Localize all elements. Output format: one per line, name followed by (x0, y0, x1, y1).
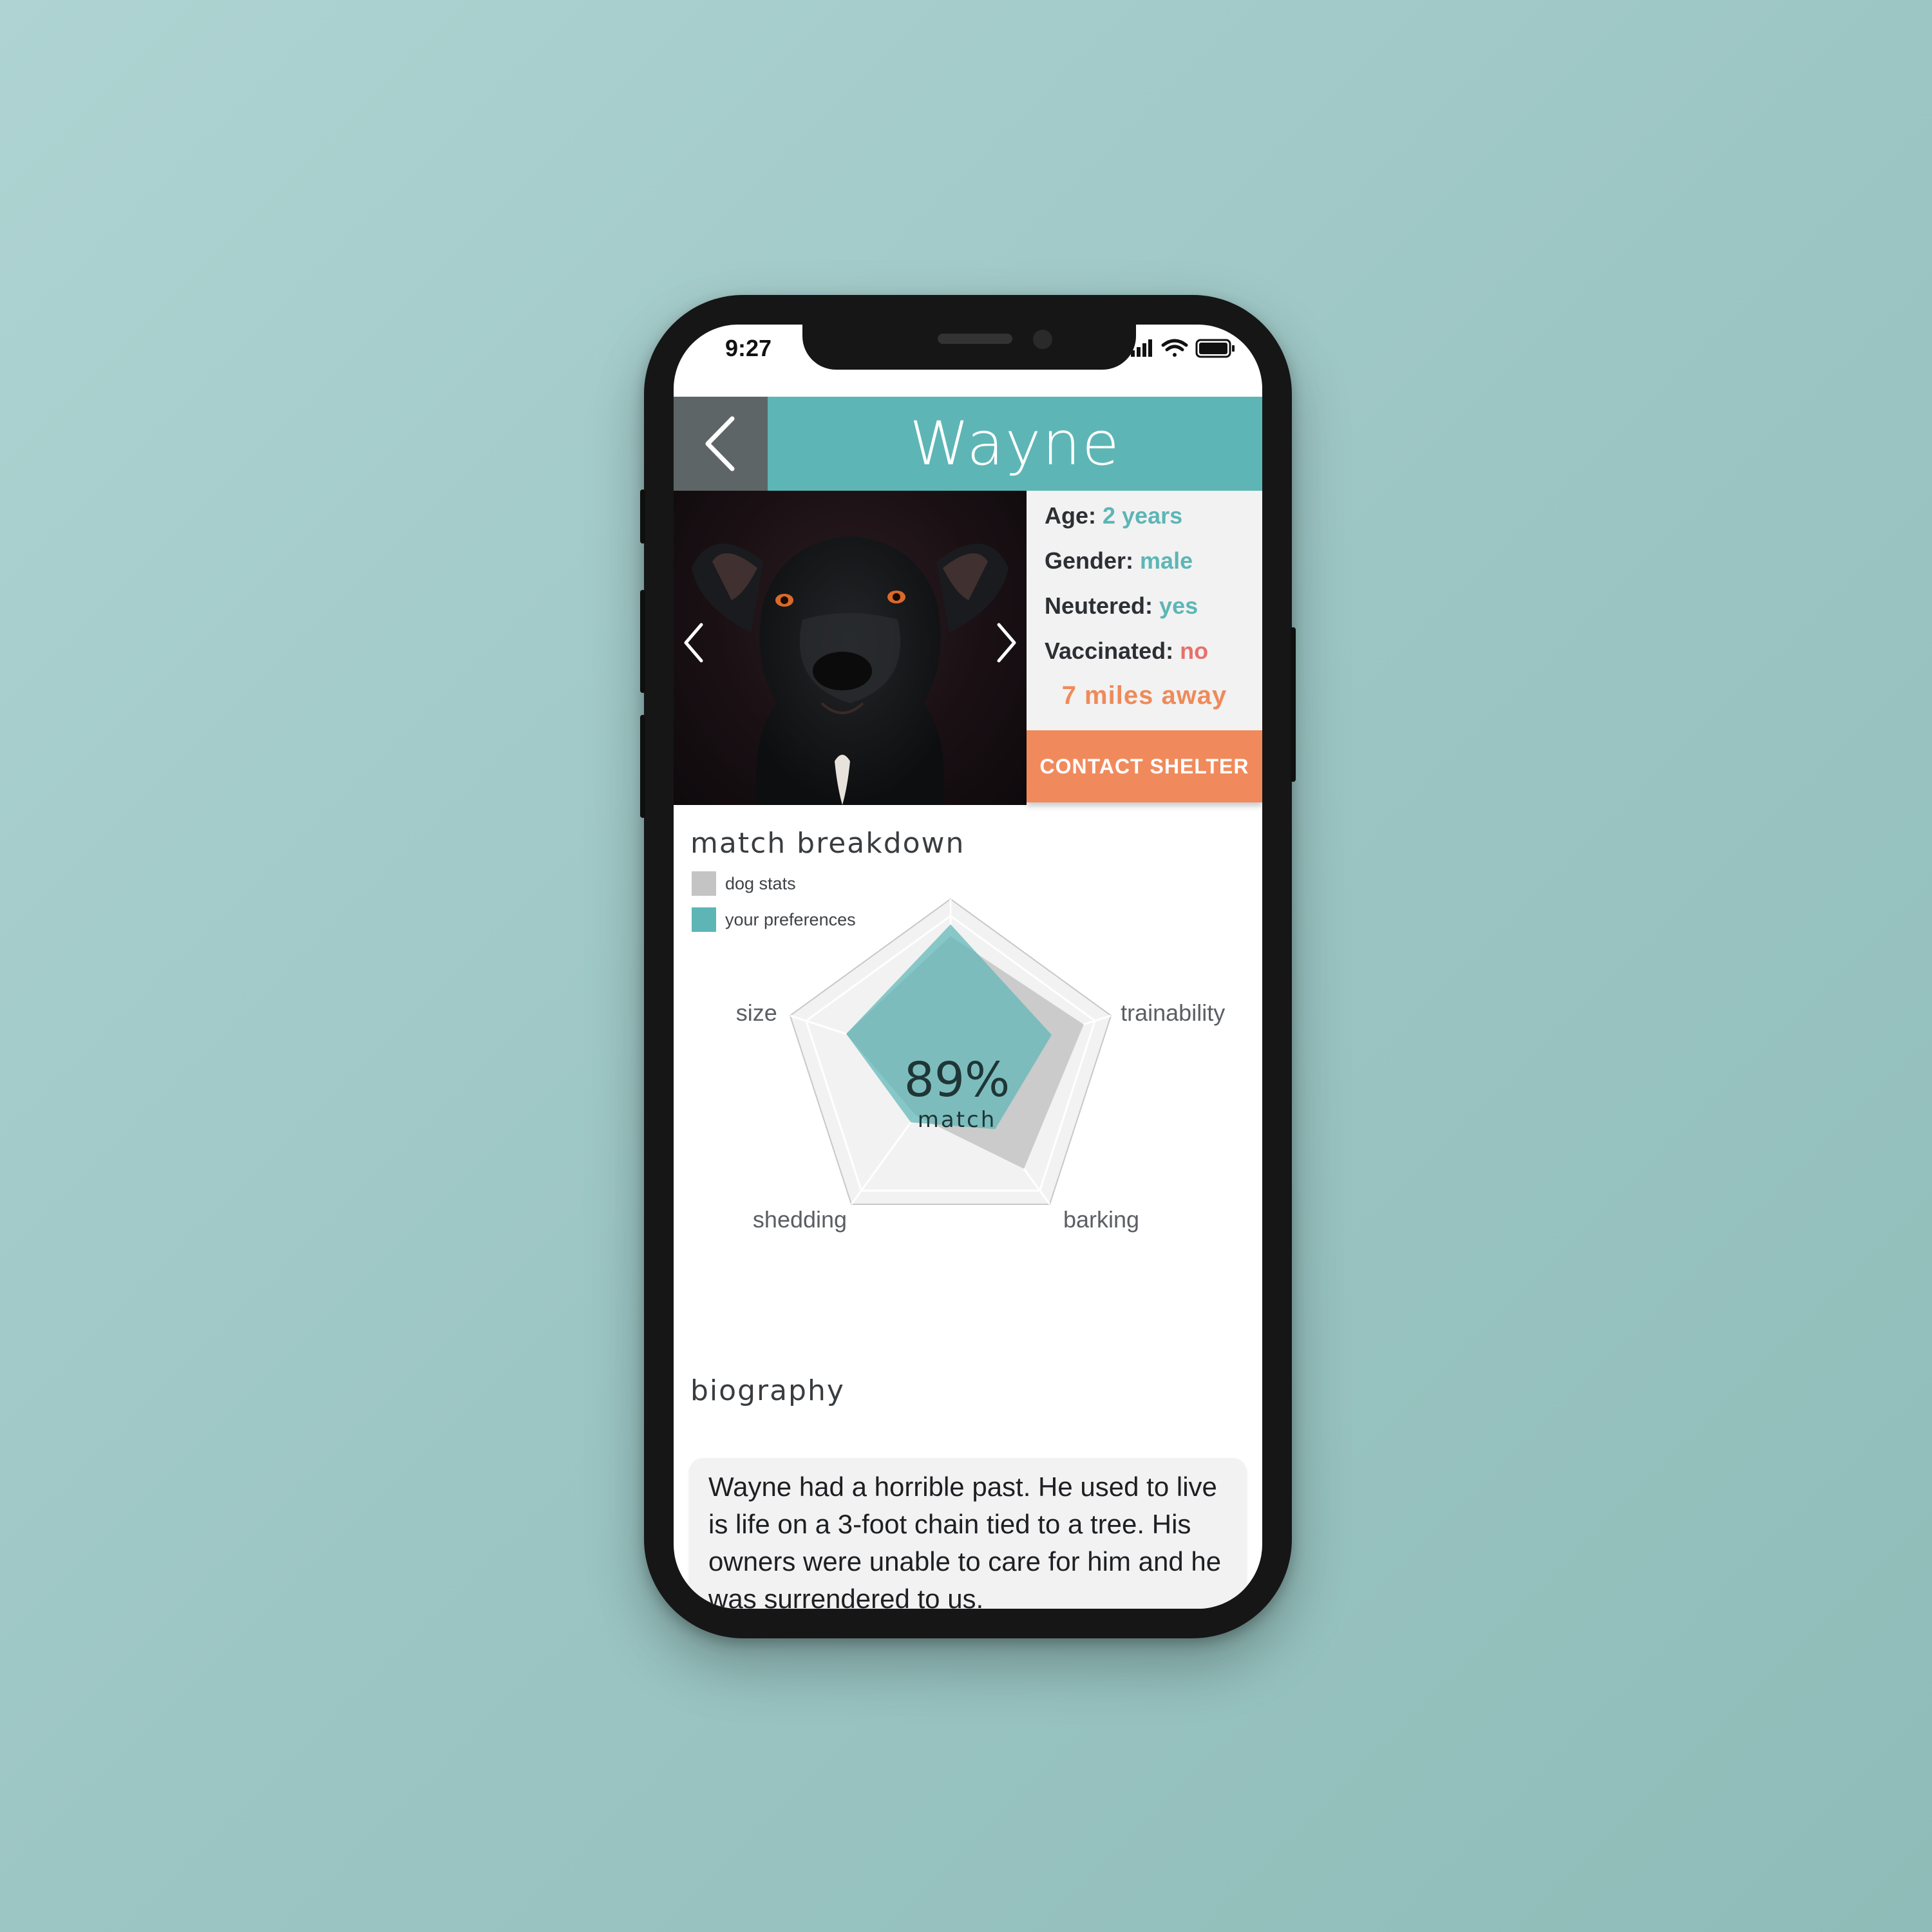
match-percent: 89% (904, 1052, 1010, 1108)
mute-switch (640, 489, 645, 544)
dog-portrait-image (692, 536, 1009, 805)
volume-up-button (640, 590, 645, 693)
neutered-value: yes (1159, 592, 1198, 619)
gender-value: male (1140, 547, 1193, 574)
page-title: Wayne (909, 408, 1121, 479)
gender-label: Gender: (1045, 547, 1134, 574)
vaccinated-label: Vaccinated: (1045, 638, 1174, 664)
status-icons (1131, 339, 1235, 358)
age-label: Age: (1045, 502, 1096, 529)
back-button[interactable] (674, 397, 768, 491)
age-value: 2 years (1103, 502, 1183, 529)
radar-axis-label: size (736, 999, 777, 1026)
radar-chart: energytrainabilitybarkingsheddingsize89%… (736, 898, 1225, 1233)
match-caption: match (918, 1107, 997, 1133)
biography-text: Wayne had a horrible past. He used to li… (708, 1472, 1222, 1609)
neutered-row: Neutered: yes (1045, 592, 1198, 620)
radar-axis-label: barking (1063, 1206, 1139, 1233)
phone-frame: 9:27 Wayne Age: 2 years Gender: male Neu… (640, 295, 1296, 1638)
chevron-left-icon (705, 416, 735, 471)
power-button (1291, 627, 1296, 782)
legend-label: dog stats (725, 873, 796, 893)
notch (802, 325, 1136, 370)
distance-text: 7 miles away (1061, 681, 1227, 710)
biography-box: Wayne had a horrible past. He used to li… (689, 1458, 1247, 1609)
front-camera (1033, 330, 1052, 349)
dog-info-panel: Age: 2 years Gender: male Neutered: yes … (1027, 491, 1262, 730)
prev-photo-button[interactable] (677, 617, 710, 668)
vaccinated-row: Vaccinated: no (1045, 638, 1208, 665)
biography-title: biography (690, 1374, 845, 1407)
dog-photo[interactable] (674, 491, 1027, 805)
gender-row: Gender: male (1045, 547, 1193, 574)
screen: 9:27 Wayne Age: 2 years Gender: male Neu… (674, 325, 1262, 1609)
radar-axis-label: shedding (753, 1206, 847, 1233)
wifi-icon (1161, 339, 1188, 357)
radar-axis-label: trainability (1121, 999, 1225, 1026)
age-row: Age: 2 years (1045, 502, 1182, 529)
vaccinated-value: no (1180, 638, 1209, 664)
battery-icon (1195, 339, 1235, 358)
status-time: 9:27 (725, 335, 772, 361)
speaker (938, 334, 1012, 344)
next-photo-button[interactable] (990, 617, 1023, 668)
header: Wayne (674, 397, 1262, 491)
contact-shelter-button[interactable]: CONTACT SHELTER (1027, 730, 1262, 802)
chevron-right-icon (997, 623, 1016, 663)
chevron-left-icon (684, 623, 703, 663)
match-breakdown-title: match breakdown (690, 827, 965, 860)
volume-down-button (640, 715, 645, 818)
neutered-label: Neutered: (1045, 592, 1153, 619)
